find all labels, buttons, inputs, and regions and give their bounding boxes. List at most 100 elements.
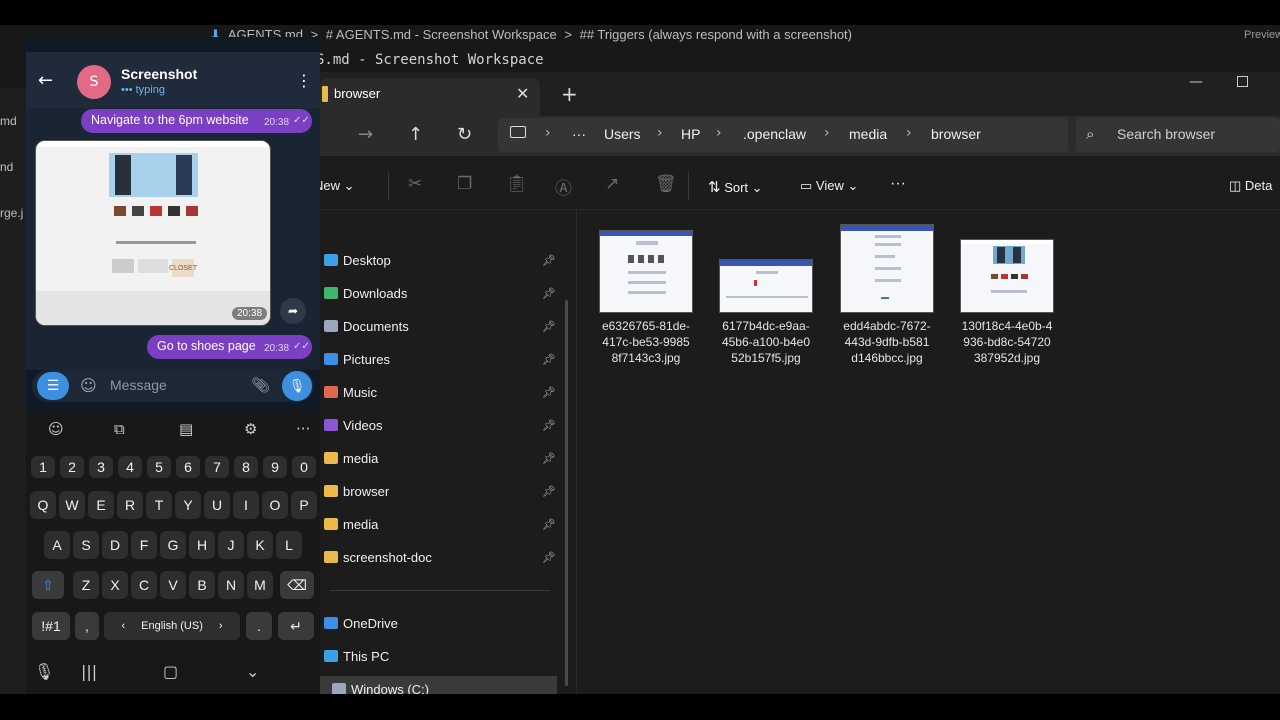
file-thumbnail[interactable] xyxy=(599,230,693,313)
number-key[interactable]: 7 xyxy=(205,456,229,478)
recent-apps-icon[interactable]: ||| xyxy=(81,662,97,681)
number-key[interactable]: 8 xyxy=(234,456,258,478)
period-key[interactable]: . xyxy=(246,612,272,640)
number-key[interactable]: 2 xyxy=(60,456,84,478)
more-options-icon[interactable]: ··· xyxy=(296,420,310,438)
share-icon[interactable]: ↗ xyxy=(605,174,619,194)
sidebar-item-browser[interactable]: browser 📌︎ xyxy=(324,478,560,504)
image-message[interactable]: CLOSET xyxy=(35,140,271,326)
up-arrow-icon[interactable]: ↑ xyxy=(408,124,423,145)
letter-key[interactable]: P xyxy=(291,491,317,519)
number-key[interactable]: 5 xyxy=(147,456,171,478)
letter-key[interactable]: N xyxy=(218,571,244,599)
minimize-icon[interactable]: — xyxy=(1189,74,1203,90)
new-button[interactable]: New ⌄ xyxy=(314,178,355,194)
close-icon[interactable]: ✕ xyxy=(516,84,529,103)
letter-key[interactable]: I xyxy=(233,491,259,519)
file-list-item[interactable]: nd xyxy=(0,160,13,174)
file-name[interactable]: edd4abdc-7672- 443d-9dfb-b581 d146bbcc.j… xyxy=(832,318,942,366)
ellipsis-icon[interactable]: ··· xyxy=(572,126,586,142)
chat-title[interactable]: Screenshot xyxy=(121,66,197,82)
letter-key[interactable]: R xyxy=(117,491,143,519)
new-tab-icon[interactable]: + xyxy=(561,82,578,106)
view-button[interactable]: ▭ View ⌄ xyxy=(800,178,858,194)
letter-key[interactable]: H xyxy=(189,531,215,559)
emoji-icon[interactable]: ☺ xyxy=(80,376,97,395)
pane-divider[interactable] xyxy=(576,210,577,694)
file-thumbnail[interactable] xyxy=(719,259,813,313)
breadcrumb-openclaw[interactable]: .openclaw xyxy=(743,126,806,142)
letter-key[interactable]: J xyxy=(218,531,244,559)
sticker-icon[interactable]: ⧉ xyxy=(114,420,125,438)
space-key[interactable]: ‹ English (US) › xyxy=(104,612,240,640)
avatar[interactable]: S xyxy=(77,65,111,99)
sidebar-item-downloads[interactable]: Downloads 📌︎ xyxy=(324,280,560,306)
letter-key[interactable]: D xyxy=(102,531,128,559)
breadcrumb-item[interactable]: # AGENTS.md - Screenshot Workspace xyxy=(326,27,557,42)
letter-key[interactable]: E xyxy=(88,491,114,519)
menu-icon[interactable]: ☰ xyxy=(37,372,69,400)
letter-key[interactable]: G xyxy=(160,531,186,559)
letter-key[interactable]: S xyxy=(73,531,99,559)
letter-key[interactable]: X xyxy=(102,571,128,599)
file-list-item[interactable]: rge.j xyxy=(0,206,23,220)
letter-key[interactable]: O xyxy=(262,491,288,519)
breadcrumb-hp[interactable]: HP xyxy=(681,126,700,142)
number-key[interactable]: 9 xyxy=(263,456,287,478)
rename-icon[interactable]: Ⓐ xyxy=(555,174,572,199)
paste-icon[interactable]: 📋︎ xyxy=(506,174,528,194)
back-arrow-icon[interactable]: ← xyxy=(38,70,53,91)
letter-key[interactable]: B xyxy=(189,571,215,599)
number-key[interactable]: 0 xyxy=(292,456,316,478)
breadcrumb-browser[interactable]: browser xyxy=(931,126,981,142)
details-button[interactable]: ◫ Deta xyxy=(1229,178,1272,194)
comma-key[interactable]: , xyxy=(75,612,99,640)
backspace-key[interactable]: ⌫ xyxy=(280,571,314,599)
letter-key[interactable]: Z xyxy=(73,571,99,599)
message-input[interactable]: Message xyxy=(110,377,167,393)
sidebar-item-documents[interactable]: Documents 📌︎ xyxy=(324,313,560,339)
settings-gear-icon[interactable]: ⚙ xyxy=(244,420,257,438)
letter-key[interactable]: W xyxy=(59,491,85,519)
letter-key[interactable]: Y xyxy=(175,491,201,519)
letter-key[interactable]: M xyxy=(247,571,273,599)
letter-key[interactable]: Q xyxy=(30,491,56,519)
message-bubble[interactable]: Go to shoes page 20:38 ✓✓ xyxy=(147,335,312,359)
maximize-icon[interactable] xyxy=(1237,76,1248,87)
emoji-icon[interactable]: ☺ xyxy=(48,420,64,438)
cut-icon[interactable]: ✂ xyxy=(408,174,422,194)
file-name[interactable]: e6326765-81de- 417c-be53-9985 8f7143c3.j… xyxy=(591,318,701,366)
letter-key[interactable]: A xyxy=(44,531,70,559)
file-name[interactable]: 130f18c4-4e0b-4 936-bd8c-54720 387952d.j… xyxy=(952,318,1062,366)
file-list-item[interactable]: md xyxy=(0,114,17,128)
more-options-icon[interactable]: ··· xyxy=(890,175,906,193)
shift-key[interactable]: ⇧ xyxy=(32,571,64,599)
refresh-icon[interactable]: ↻ xyxy=(457,124,472,145)
home-icon[interactable]: ▢ xyxy=(163,662,178,681)
symbols-key[interactable]: !#1 xyxy=(32,612,70,640)
more-vertical-icon[interactable]: ⋮ xyxy=(296,71,312,90)
sidebar-scrollbar[interactable] xyxy=(565,300,568,686)
copy-icon[interactable]: ❐ xyxy=(457,174,472,194)
sidebar-item-media[interactable]: media 📌︎ xyxy=(324,445,560,471)
message-bubble[interactable]: Navigate to the 6pm website 20:38 ✓✓ xyxy=(81,109,312,133)
sidebar-item-music[interactable]: Music 📌︎ xyxy=(324,379,560,405)
enter-key[interactable]: ↵ xyxy=(278,612,314,640)
sidebar-item-this-pc[interactable]: This PC xyxy=(324,643,560,669)
letter-key[interactable]: T xyxy=(146,491,172,519)
file-name[interactable]: 6177b4dc-e9aa- 45b6-a100-b4e0 52b157f5.j… xyxy=(711,318,821,366)
attach-icon[interactable]: 📎︎ xyxy=(251,376,270,394)
number-key[interactable]: 6 xyxy=(176,456,200,478)
sidebar-item-desktop[interactable]: Desktop 📌︎ xyxy=(324,247,560,273)
breadcrumb-media[interactable]: media xyxy=(849,126,887,142)
delete-icon[interactable]: 🗑︎ xyxy=(655,174,677,194)
number-key[interactable]: 4 xyxy=(118,456,142,478)
preview-label[interactable]: Preview xyxy=(1244,29,1280,41)
letter-key[interactable]: F xyxy=(131,531,157,559)
file-thumbnail[interactable] xyxy=(960,239,1054,313)
sidebar-item-pictures[interactable]: Pictures 📌︎ xyxy=(324,346,560,372)
forward-icon[interactable]: ➦ xyxy=(280,298,306,324)
sidebar-item-videos[interactable]: Videos 📌︎ xyxy=(324,412,560,438)
letter-key[interactable]: K xyxy=(247,531,273,559)
sidebar-item-screenshot-doc[interactable]: screenshot-doc 📌︎ xyxy=(324,544,560,570)
